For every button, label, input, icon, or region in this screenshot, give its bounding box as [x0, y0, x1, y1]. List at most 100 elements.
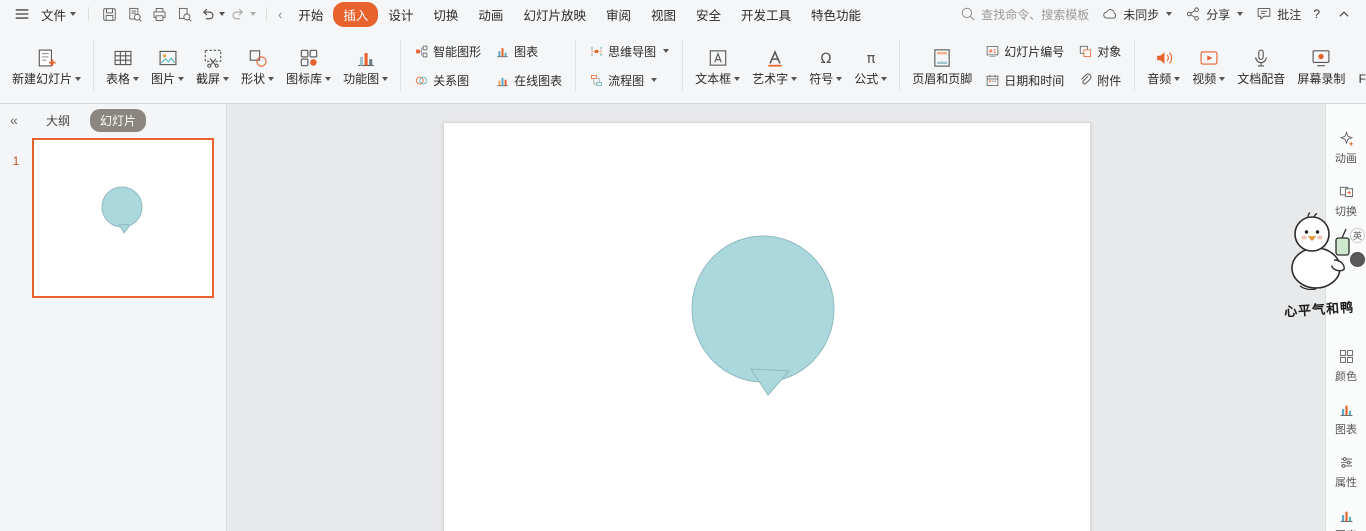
mascot-duck-widget[interactable]: 心平气和鸭	[1276, 208, 1362, 319]
ribbon-button-formula[interactable]: π 公式	[849, 35, 892, 97]
ribbon-button-picture[interactable]: 图片	[146, 35, 189, 97]
ribbon-button-label: 屏幕录制	[1297, 73, 1345, 85]
slide-number: 1	[12, 154, 20, 168]
ribbon-small-button-chart[interactable]: 图表	[493, 42, 564, 61]
share-icon	[1184, 5, 1202, 23]
ribbon-button-label: 艺术字	[752, 73, 798, 85]
quick-access-toolbar	[97, 3, 258, 25]
sidebar-item-chart[interactable]: 图表	[1335, 401, 1357, 437]
menu-tab[interactable]: 审阅	[596, 2, 641, 27]
svg-text:Ω: Ω	[820, 50, 831, 66]
ribbon-button-voice[interactable]: 文档配音	[1232, 35, 1290, 97]
ribbon-small-button-attachment[interactable]: 附件	[1076, 71, 1123, 90]
ribbon-button-label: 视频	[1192, 73, 1226, 85]
ribbon-small-button-flowchart[interactable]: 流程图	[587, 71, 671, 90]
ribbon-button-icon-lib[interactable]: 图标库	[281, 35, 336, 97]
comment-icon	[1255, 5, 1273, 23]
ribbon-group: 页眉和页脚 #1 幻灯片编号 日期和时间 对象附件	[902, 31, 1132, 100]
undo-button[interactable]	[197, 3, 227, 25]
tab-scroll-left-button[interactable]: ‹	[275, 7, 285, 22]
menu-tab[interactable]: 特色功能	[801, 2, 871, 27]
attachment-icon	[1078, 73, 1093, 88]
sidebar-item-color[interactable]: 颜色	[1335, 348, 1357, 384]
ribbon-button-table[interactable]: 表格	[101, 35, 144, 97]
sidebar-item-animation[interactable]: 动画	[1335, 130, 1357, 166]
dropdown-caret	[881, 76, 888, 81]
dropdown-caret[interactable]	[219, 12, 226, 16]
slide-thumbnail[interactable]	[32, 138, 214, 298]
ribbon-button-screenshot[interactable]: 截屏	[191, 35, 234, 97]
relation-icon	[414, 73, 429, 88]
ribbon-button-label: 公式	[854, 73, 888, 85]
save-button[interactable]	[97, 3, 121, 25]
ribbon-button-label: Flash	[1359, 73, 1366, 85]
ribbon-small-button-relation[interactable]: 关系图	[412, 71, 483, 90]
ribbon-small-button-online-chart[interactable]: 在线图表	[493, 71, 564, 90]
sync-status-button[interactable]: 未同步	[1101, 5, 1173, 23]
ribbon-button-shape[interactable]: 形状	[236, 35, 279, 97]
ribbon-button-textbox[interactable]: 文本框	[690, 35, 745, 97]
chevron-down-icon	[1237, 12, 1244, 16]
menu-tab[interactable]: 设计	[378, 2, 423, 27]
share-button[interactable]: 分享	[1184, 5, 1244, 23]
menu-tab[interactable]: 幻灯片放映	[513, 2, 596, 27]
ribbon-button-record[interactable]: 屏幕录制	[1292, 35, 1350, 97]
ribbon-small-button-slide-number[interactable]: #1 幻灯片编号	[983, 42, 1066, 61]
dropdown-caret	[325, 76, 332, 81]
print-button[interactable]	[147, 3, 171, 25]
share-label: 分享	[1206, 7, 1231, 22]
search-placeholder-text: 查找命令、搜索模板	[981, 7, 1090, 22]
sidebar-item-chart[interactable]: 图表	[1335, 507, 1357, 531]
hamburger-menu-icon[interactable]	[10, 3, 34, 25]
ribbon-small-label: 流程图	[608, 73, 645, 88]
menu-tab[interactable]: 安全	[686, 2, 731, 27]
print-preview-button[interactable]	[122, 3, 146, 25]
ribbon-button-func-chart[interactable]: 功能图	[338, 35, 393, 97]
file-menu-button[interactable]: 文件	[37, 5, 80, 24]
floating-widget-badge[interactable]	[1350, 252, 1365, 267]
collapse-ribbon-button[interactable]	[1332, 3, 1356, 25]
ribbon-button-audio[interactable]: 音频	[1142, 35, 1185, 97]
menu-tab[interactable]: 切换	[423, 2, 468, 27]
save-icon	[101, 6, 118, 23]
tab-outline[interactable]: 大纲	[36, 109, 80, 132]
help-button[interactable]: ?	[1313, 7, 1320, 21]
menu-tab[interactable]: 视图	[641, 2, 686, 27]
ribbon-small-button-datetime[interactable]: 日期和时间	[983, 71, 1066, 90]
symbol-icon: Ω	[815, 47, 837, 69]
flowchart-icon	[589, 73, 604, 88]
collapse-panel-button[interactable]: «	[10, 112, 26, 128]
ribbon-button-label: 新建幻灯片	[12, 73, 82, 85]
ribbon-button-label: 形状	[241, 73, 275, 85]
editing-canvas[interactable]	[228, 104, 1325, 531]
screenshot-icon	[202, 47, 224, 69]
ribbon-stack-column: 智能图形 关系图	[408, 42, 487, 90]
dropdown-caret[interactable]	[250, 12, 257, 16]
command-search-box[interactable]: 查找命令、搜索模板	[959, 5, 1089, 23]
tab-slides[interactable]: 幻灯片	[90, 108, 147, 132]
ribbon-button-label: 符号	[809, 73, 843, 85]
sidebar-item-props[interactable]: 属性	[1335, 454, 1357, 490]
oval-callout-shape[interactable]	[444, 123, 1092, 531]
ribbon-small-button-mindmap[interactable]: 思维导图	[587, 42, 671, 61]
slide-page[interactable]	[443, 122, 1091, 531]
ribbon-button-symbol[interactable]: Ω 符号	[804, 35, 847, 97]
dropdown-caret	[663, 49, 670, 53]
ribbon-button-new-slide[interactable]: 新建幻灯片	[7, 35, 86, 97]
ribbon-button-video[interactable]: 视频	[1187, 35, 1230, 97]
menu-tab[interactable]: 开发工具	[731, 2, 801, 27]
ribbon-button-flash[interactable]: Flash	[1352, 35, 1366, 97]
menu-tab[interactable]: 插入	[333, 1, 379, 27]
redo-button[interactable]	[228, 3, 258, 25]
ribbon-button-header-footer[interactable]: 页眉和页脚	[907, 35, 977, 97]
ribbon-small-button-smart-graphic[interactable]: 智能图形	[412, 42, 483, 61]
table-icon	[112, 47, 134, 69]
ribbon-button-wordart[interactable]: 艺术字	[747, 35, 802, 97]
menu-tab[interactable]: 开始	[288, 2, 333, 27]
ribbon-group: 音频 视频 文档配音屏幕录制 Flash	[1137, 31, 1366, 100]
menu-tab[interactable]: 动画	[468, 2, 513, 27]
comment-button[interactable]: 批注	[1255, 5, 1301, 23]
find-button[interactable]	[172, 3, 196, 25]
ribbon-small-button-object[interactable]: 对象	[1076, 42, 1123, 61]
floating-widget-badge[interactable]: 英	[1350, 228, 1365, 243]
